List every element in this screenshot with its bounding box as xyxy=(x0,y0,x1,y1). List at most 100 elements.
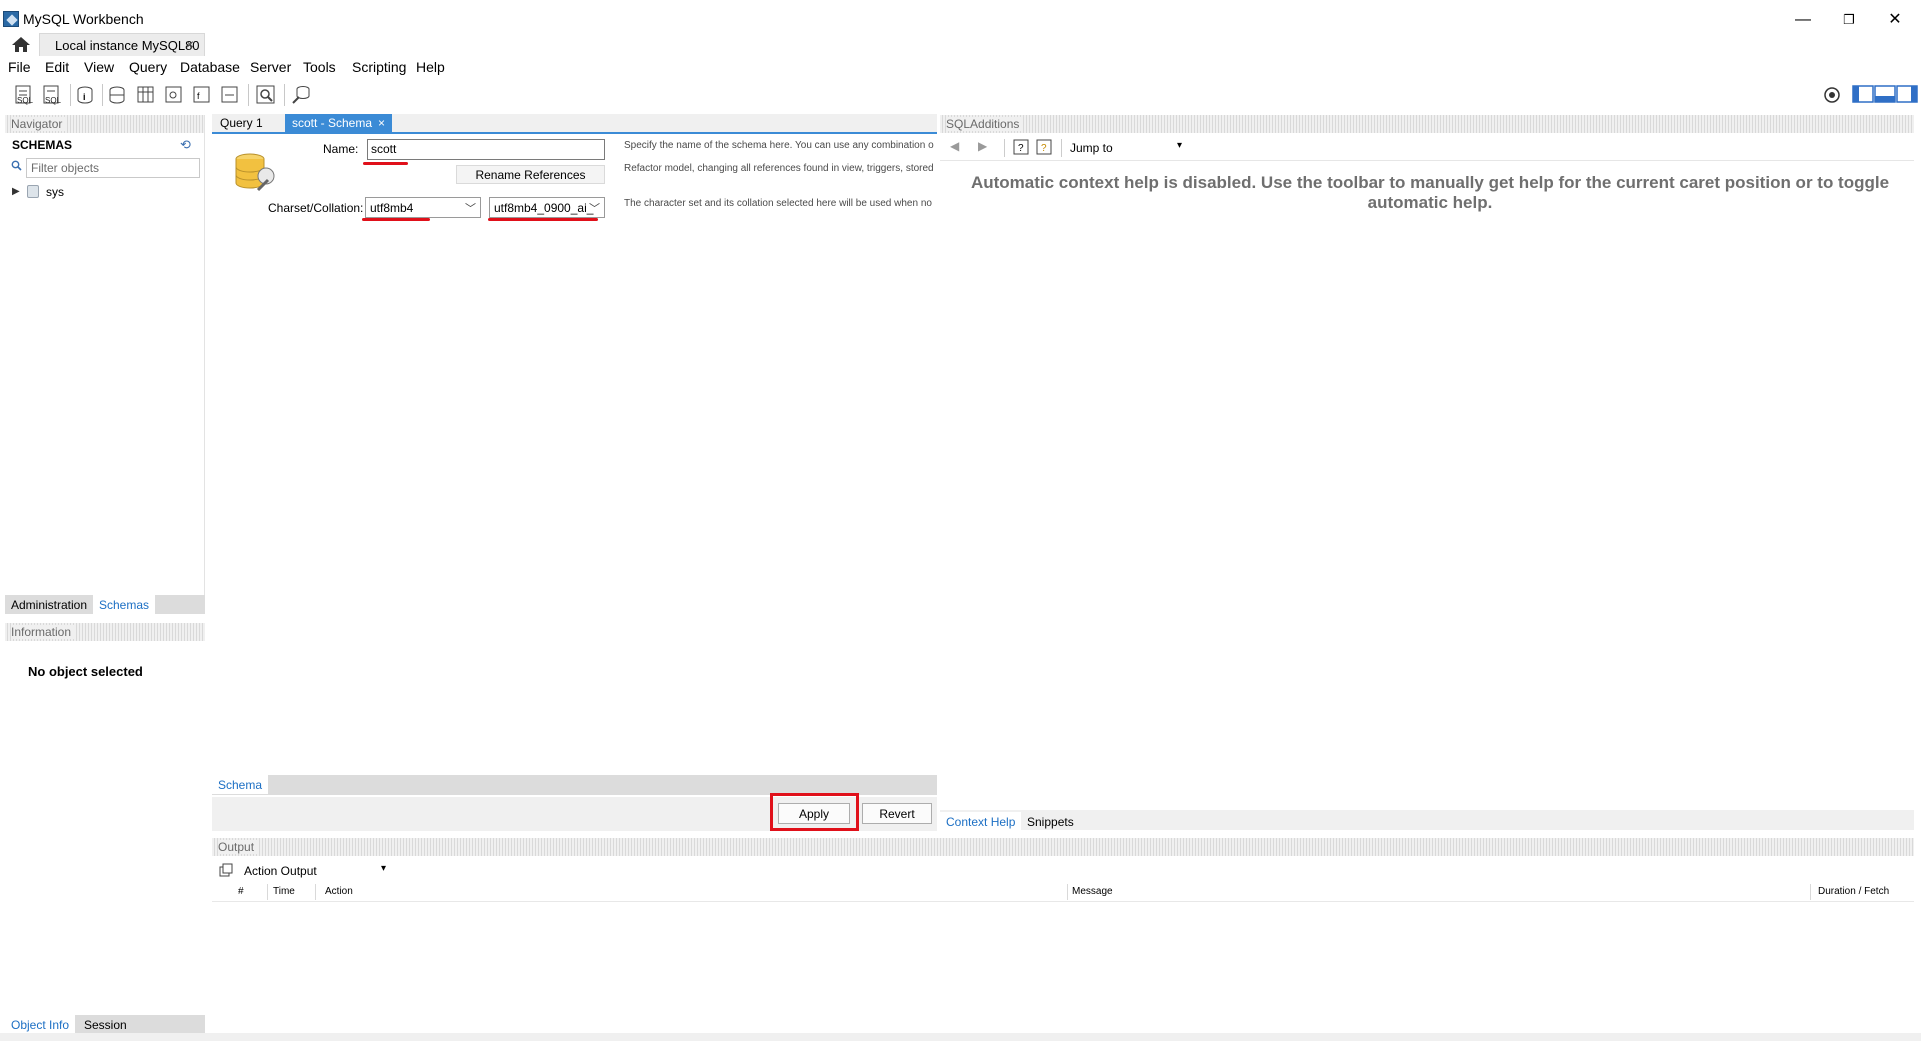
restore-button[interactable]: ❐ xyxy=(1826,6,1872,34)
tab-context-help[interactable]: Context Help xyxy=(940,812,1022,831)
toggle-output-area-icon[interactable] xyxy=(1874,83,1896,107)
schema-inspector-icon[interactable]: i xyxy=(74,83,98,107)
new-sql-tab-icon[interactable]: SQL xyxy=(12,83,36,107)
apply-button[interactable]: Apply xyxy=(778,803,850,824)
name-label: Name: xyxy=(323,142,359,156)
svg-text:SQL: SQL xyxy=(17,96,34,105)
preferences-gear-icon[interactable] xyxy=(1820,83,1844,107)
collation-select[interactable]: utf8mb4_0900_ai_ ﹀ xyxy=(489,197,605,218)
create-function-icon[interactable] xyxy=(218,83,242,107)
tab-schema[interactable]: Schema xyxy=(212,775,269,794)
create-procedure-icon[interactable]: f xyxy=(190,83,214,107)
expand-arrow-icon[interactable]: ▶ xyxy=(12,186,20,197)
tab-snippets[interactable]: Snippets xyxy=(1021,812,1080,831)
output-header: Output xyxy=(212,838,1914,856)
toggle-secondary-sidebar-icon[interactable] xyxy=(1896,83,1918,107)
name-hint-text: Specify the name of the schema here. You… xyxy=(624,140,934,151)
revert-button[interactable]: Revert xyxy=(862,803,932,824)
minimize-button[interactable]: — xyxy=(1780,6,1826,34)
column-action: Action xyxy=(325,886,353,897)
svg-text:?: ? xyxy=(1018,143,1024,154)
menu-help[interactable]: Help xyxy=(416,59,445,75)
navigator-header: Navigator xyxy=(5,115,204,133)
create-table-icon[interactable] xyxy=(134,83,158,107)
charset-highlight-underline xyxy=(362,218,430,221)
copy-output-icon[interactable] xyxy=(219,863,233,880)
tab-schemas[interactable]: Schemas xyxy=(93,595,156,614)
chevron-down-icon: ﹀ xyxy=(465,203,476,215)
home-icon[interactable] xyxy=(10,35,32,53)
column-number: # xyxy=(238,886,244,897)
connection-tab-label: Local instance MySQL80 xyxy=(55,38,200,53)
schemas-title: SCHEMAS xyxy=(12,138,73,152)
charset-value: utf8mb4 xyxy=(370,201,414,215)
menu-edit[interactable]: Edit xyxy=(45,59,69,75)
chevron-down-icon: ﹀ xyxy=(589,203,600,215)
close-connection-tab-icon[interactable]: × xyxy=(186,36,194,52)
schema-editor xyxy=(212,135,937,775)
context-help-message: Automatic context help is disabled. Use … xyxy=(970,173,1890,212)
dropdown-arrow-icon: ▾ xyxy=(380,863,386,874)
rename-references-button[interactable]: Rename References xyxy=(456,165,605,184)
column-message: Message xyxy=(1072,886,1113,897)
menu-scripting[interactable]: Scripting xyxy=(352,59,406,75)
tab-object-info[interactable]: Object Info xyxy=(5,1015,76,1034)
tab-scott-schema[interactable]: scott - Schema × xyxy=(285,114,393,132)
menu-database[interactable]: Database xyxy=(180,59,240,75)
svg-text:i: i xyxy=(83,92,86,102)
search-icon xyxy=(11,160,22,174)
jump-to-select[interactable]: Jump to ▾ xyxy=(1066,139,1186,158)
sql-additions-panel: SQLAdditions xyxy=(940,115,1914,810)
menu-server[interactable]: Server xyxy=(250,59,291,75)
editor-tab-bar: Query 1 scott - Schema × xyxy=(212,114,937,134)
database-icon xyxy=(27,185,39,198)
column-duration-fetch: Duration / Fetch xyxy=(1818,886,1890,897)
action-output-select[interactable]: Action Output ▾ xyxy=(240,862,390,881)
output-columns-header: # Time Action Message Duration / Fetch xyxy=(212,882,1914,902)
window-title: MySQL Workbench xyxy=(23,11,144,27)
jump-to-label: Jump to xyxy=(1070,141,1113,155)
auto-context-help-icon[interactable]: ? xyxy=(1035,138,1053,159)
collation-value: utf8mb4_0900_ai_ xyxy=(494,201,594,215)
filter-objects-input[interactable]: Filter objects xyxy=(26,158,200,178)
tab-query-1[interactable]: Query 1 xyxy=(213,114,270,132)
manual-context-help-icon[interactable]: ? xyxy=(1012,138,1030,159)
menu-query[interactable]: Query xyxy=(129,59,167,75)
menu-file[interactable]: File xyxy=(8,59,31,75)
charset-collation-label: Charset/Collation: xyxy=(268,201,364,215)
schema-item-sys[interactable]: sys xyxy=(46,185,64,199)
tab-administration[interactable]: Administration xyxy=(5,595,93,614)
create-schema-icon[interactable] xyxy=(106,83,130,107)
menu-bar: File Edit View Query Database Server Too… xyxy=(0,56,1921,78)
refresh-schemas-icon[interactable]: ⟲ xyxy=(180,137,194,152)
collation-highlight-underline xyxy=(488,218,598,221)
schema-name-input[interactable]: scott xyxy=(367,139,605,160)
mysql-workbench-icon xyxy=(3,11,19,27)
create-view-icon[interactable] xyxy=(162,83,186,107)
name-highlight-underline xyxy=(363,162,408,165)
tab-scott-schema-label: scott - Schema xyxy=(292,116,373,130)
back-icon[interactable]: ◀ xyxy=(950,139,959,153)
search-table-data-icon[interactable] xyxy=(254,83,278,107)
no-object-selected-text: No object selected xyxy=(28,664,143,679)
charset-select[interactable]: utf8mb4 ﹀ xyxy=(365,197,481,218)
editor-bottom-tabs: Schema xyxy=(212,775,937,795)
information-panel: Information xyxy=(5,623,205,1016)
close-tab-icon[interactable]: × xyxy=(378,116,385,130)
tab-session[interactable]: Session xyxy=(78,1015,133,1034)
sql-additions-bottom-tabs: Context Help Snippets xyxy=(940,810,1914,831)
forward-icon[interactable]: ▶ xyxy=(978,139,987,153)
main-toolbar: SQL SQL i f xyxy=(0,80,1921,112)
reconnect-icon[interactable] xyxy=(290,83,314,107)
close-button[interactable]: ✕ xyxy=(1872,6,1918,34)
action-output-label: Action Output xyxy=(244,864,317,878)
sql-additions-header: SQLAdditions xyxy=(940,115,1914,133)
information-header: Information xyxy=(5,623,205,641)
menu-tools[interactable]: Tools xyxy=(303,59,336,75)
charset-hint-text: The character set and its collation sele… xyxy=(624,198,932,209)
open-sql-script-icon[interactable]: SQL xyxy=(40,83,64,107)
toggle-sidebar-icon[interactable] xyxy=(1852,83,1874,107)
connection-tab[interactable]: Local instance MySQL80 × xyxy=(39,33,205,56)
menu-view[interactable]: View xyxy=(84,59,114,75)
information-bottom-tabs: Object Info Session xyxy=(5,1015,205,1034)
